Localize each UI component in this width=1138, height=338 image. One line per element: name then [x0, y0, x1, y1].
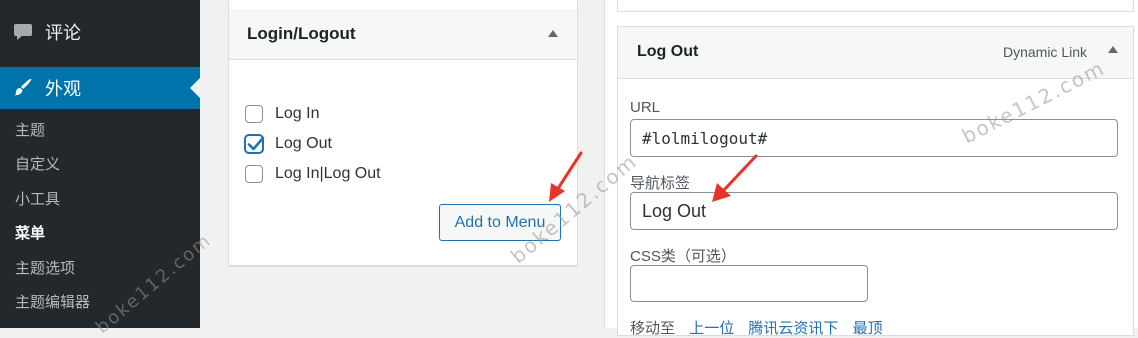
- move-top-link[interactable]: 最顶: [853, 320, 883, 337]
- nav-label-label: 导航标签: [630, 175, 691, 192]
- option-log-in-label: Log In: [275, 105, 320, 122]
- css-classes-label: CSS类（可选）: [630, 248, 736, 265]
- menu-item-type: Dynamic Link: [1002, 44, 1087, 60]
- option-log-out[interactable]: Log Out: [245, 135, 332, 153]
- submenu-menus[interactable]: 菜单: [0, 216, 200, 251]
- submenu-theme-editor[interactable]: 主题编辑器: [0, 285, 200, 320]
- appearance-submenu: 主题 自定义 小工具 菜单 主题选项 主题编辑器: [0, 112, 200, 319]
- current-menu-arrow: [190, 78, 200, 98]
- menu-item-title: Log Out: [637, 43, 699, 60]
- login-logout-metabox: Login/Logout Log In Log Out Log In|Log O…: [228, 0, 578, 266]
- menu-comments-label: 评论: [45, 23, 81, 43]
- url-label: URL: [630, 99, 661, 116]
- checkbox-log-out[interactable]: [245, 135, 265, 153]
- metabox-title: Login/Logout: [247, 24, 356, 43]
- collapse-arrow-icon[interactable]: [1108, 46, 1118, 53]
- nav-label-input[interactable]: [630, 192, 1118, 230]
- move-up-link[interactable]: 上一位: [689, 320, 734, 337]
- submenu-themes[interactable]: 主题: [0, 112, 200, 147]
- comment-icon: [12, 21, 34, 43]
- admin-sidebar: 评论 外观 主题 自定义 小工具 菜单 主题选项 主题编辑器: [0, 0, 200, 328]
- submenu-widgets[interactable]: 小工具: [0, 181, 200, 216]
- add-to-menu-button[interactable]: Add to Menu: [439, 204, 561, 241]
- option-log-out-label: Log Out: [275, 135, 332, 152]
- checkbox-log-in-log-out[interactable]: [245, 165, 263, 183]
- menu-appearance[interactable]: 外观: [0, 67, 200, 109]
- checkmark-icon: [247, 136, 265, 151]
- move-under-link[interactable]: 腾讯云资讯下: [748, 320, 838, 337]
- collapse-arrow-icon[interactable]: [548, 30, 558, 37]
- option-log-in-log-out[interactable]: Log In|Log Out: [245, 165, 381, 183]
- divider: [228, 266, 578, 267]
- checkbox-log-in[interactable]: [245, 105, 263, 123]
- submenu-theme-options[interactable]: 主题选项: [0, 250, 200, 285]
- move-label: 移动至: [630, 320, 676, 337]
- menu-comments[interactable]: 评论: [0, 10, 200, 54]
- previous-menu-item: [617, 0, 1134, 12]
- paintbrush-icon: [12, 77, 34, 99]
- url-input[interactable]: [630, 119, 1118, 157]
- css-classes-input[interactable]: [630, 265, 868, 302]
- menu-appearance-label: 外观: [45, 79, 81, 99]
- option-log-in[interactable]: Log In: [245, 105, 319, 123]
- metabox-header[interactable]: Login/Logout: [229, 9, 577, 60]
- submenu-customize[interactable]: 自定义: [0, 147, 200, 182]
- option-log-in-log-out-label: Log In|Log Out: [275, 165, 381, 182]
- menu-item-header[interactable]: Log Out Dynamic Link: [618, 27, 1133, 79]
